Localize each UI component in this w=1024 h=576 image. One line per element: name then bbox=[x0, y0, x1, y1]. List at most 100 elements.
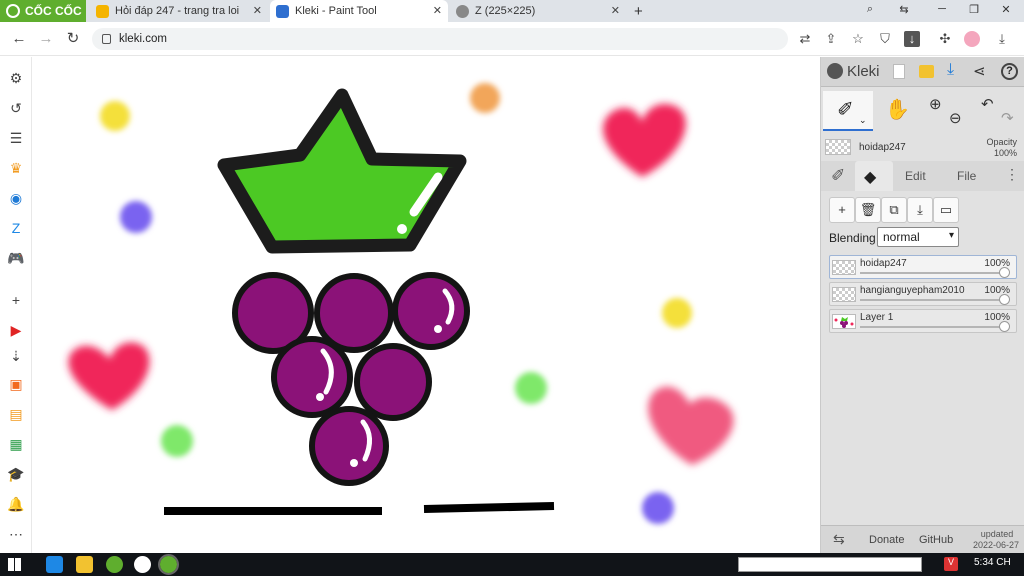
minimize-button[interactable]: ─ bbox=[934, 3, 950, 19]
tab-image[interactable]: Z (225×225) ✕ bbox=[450, 0, 626, 22]
close-window-button[interactable]: ✕ bbox=[998, 3, 1014, 19]
bell-icon[interactable]: 🔔 bbox=[7, 495, 25, 513]
url-field[interactable]: kleki.com bbox=[92, 28, 788, 50]
open-folder-icon[interactable] bbox=[919, 65, 934, 78]
list-icon[interactable]: ☰ bbox=[7, 129, 25, 147]
chat-icon[interactable] bbox=[134, 556, 151, 573]
tab-search-icon[interactable]: ⌕ bbox=[862, 3, 878, 19]
new-image-icon[interactable] bbox=[893, 64, 905, 79]
plus-icon[interactable]: + bbox=[7, 291, 25, 309]
tab-close-icon[interactable]: ✕ bbox=[253, 4, 262, 17]
yellow-dot bbox=[100, 101, 130, 131]
zoom-in-icon[interactable]: ⊕ bbox=[929, 95, 942, 113]
more-icon[interactable]: ⋯ bbox=[7, 525, 25, 543]
maximize-button[interactable]: ❐ bbox=[966, 3, 982, 19]
extensions-puzzle-icon[interactable]: ✣ bbox=[937, 31, 953, 47]
bookmark-star-icon[interactable]: ☆ bbox=[850, 31, 866, 47]
shield-icon[interactable]: ⛉ bbox=[877, 31, 893, 47]
app-m-icon[interactable]: ▤ bbox=[7, 405, 25, 423]
gear-icon[interactable]: ⚙ bbox=[7, 69, 25, 87]
zoom-out-icon[interactable]: ⊖ bbox=[949, 109, 962, 127]
layer-thumbnail bbox=[832, 260, 856, 275]
brush-tool[interactable]: ✐ ⌄ bbox=[823, 91, 873, 131]
tab-layers[interactable]: ◆ bbox=[855, 161, 893, 191]
coccoc-active-icon[interactable] bbox=[158, 554, 179, 575]
forward-arrow-icon[interactable]: → bbox=[37, 30, 55, 48]
chevron-down-icon[interactable]: ⌄ bbox=[859, 115, 867, 126]
github-link[interactable]: GitHub bbox=[919, 534, 953, 546]
profile-switch-icon[interactable]: ⇆ bbox=[896, 3, 912, 19]
new-tab-button[interactable]: + bbox=[628, 0, 648, 22]
more-options-icon[interactable]: ⋮ bbox=[1005, 166, 1019, 183]
merge-layer-button[interactable]: ⤓ bbox=[907, 197, 933, 223]
swap-side-icon[interactable]: ⇆ bbox=[833, 531, 845, 548]
save-video-icon[interactable]: ↓ bbox=[904, 31, 920, 47]
layer-opacity-slider[interactable] bbox=[860, 326, 1002, 328]
downloads-icon[interactable]: ⤓ bbox=[994, 31, 1010, 47]
clock[interactable]: 5:34 CH bbox=[974, 557, 1011, 568]
tab-close-icon[interactable]: ✕ bbox=[611, 4, 620, 17]
messenger-icon[interactable]: ◉ bbox=[7, 189, 25, 207]
youtube-icon[interactable]: ▶ bbox=[7, 321, 25, 339]
tab-label: Hỏi đáp 247 - trang tra loi bbox=[115, 5, 240, 17]
back-arrow-icon[interactable]: ← bbox=[10, 30, 28, 48]
help-icon[interactable]: ? bbox=[1001, 63, 1018, 80]
pig-profile-icon[interactable] bbox=[964, 31, 980, 47]
grape bbox=[354, 343, 432, 421]
share-page-icon[interactable]: ⇪ bbox=[823, 31, 839, 47]
lock-icon bbox=[102, 34, 111, 44]
taskbar-search-field[interactable] bbox=[738, 557, 922, 572]
layer-opacity-slider[interactable] bbox=[860, 272, 1002, 274]
layer-thumbnail bbox=[832, 314, 856, 329]
canvas-artwork bbox=[68, 83, 734, 524]
tab-edit[interactable]: Edit bbox=[905, 169, 926, 183]
tab-close-icon[interactable]: ✕ bbox=[433, 4, 442, 17]
zalo-icon[interactable]: Z bbox=[7, 219, 25, 237]
rename-layer-button[interactable]: ▭ bbox=[933, 197, 959, 223]
kleki-panel: Kleki ⤓ ⋖ ? ✐ ⌄ ✋ ⊕ ⊖ ↶ ↷ hoidap247 Opac… bbox=[820, 57, 1024, 553]
brush-icon: ✐ bbox=[837, 99, 854, 121]
layer-opacity-knob[interactable] bbox=[999, 267, 1010, 278]
app-77-icon[interactable]: ▣ bbox=[7, 375, 25, 393]
sheet-icon[interactable]: ▦ bbox=[7, 435, 25, 453]
windows-start-icon[interactable] bbox=[8, 558, 21, 571]
tab-brush-icon[interactable]: ✐ bbox=[831, 166, 845, 186]
tab-hoidap[interactable]: Hỏi đáp 247 - trang tra loi ✕ bbox=[90, 0, 268, 22]
edge-icon[interactable] bbox=[46, 556, 63, 573]
share-icon[interactable]: ⋖ bbox=[973, 62, 986, 80]
layer-opacity-slider[interactable] bbox=[860, 299, 1002, 301]
translate-icon[interactable]: ⇄ bbox=[797, 31, 813, 47]
gamepad-icon[interactable]: 🎮 bbox=[7, 249, 25, 267]
tab-kleki[interactable]: Kleki - Paint Tool ✕ bbox=[270, 0, 448, 22]
layer-row[interactable]: Layer 1 100% bbox=[829, 309, 1017, 333]
layer-row[interactable]: hoidap247 100% bbox=[829, 255, 1017, 279]
layer-opacity-knob[interactable] bbox=[999, 294, 1010, 305]
history-icon[interactable]: ↺ bbox=[7, 99, 25, 117]
file-explorer-icon[interactable] bbox=[76, 556, 93, 573]
vivaldi-tray-icon[interactable]: V bbox=[944, 557, 958, 571]
crown bbox=[217, 88, 467, 254]
crown-icon[interactable]: ♛ bbox=[7, 159, 25, 177]
grad-cap-icon[interactable]: 🎓 bbox=[7, 465, 25, 483]
redo-icon[interactable]: ↷ bbox=[1001, 109, 1014, 127]
yellow-dot bbox=[662, 298, 692, 328]
color-swatch[interactable] bbox=[825, 139, 851, 155]
drawing-canvas[interactable] bbox=[32, 57, 820, 553]
tab-file[interactable]: File bbox=[957, 169, 976, 183]
layer-opacity-knob[interactable] bbox=[999, 321, 1010, 332]
add-layer-button[interactable]: + bbox=[829, 197, 855, 223]
blending-select[interactable]: normal ▾ bbox=[877, 227, 959, 247]
download-icon[interactable]: ⇣ bbox=[7, 347, 25, 365]
duplicate-layer-button[interactable]: ⧉ bbox=[881, 197, 907, 223]
coccoc-icon[interactable] bbox=[106, 556, 123, 573]
hand-tool-icon[interactable]: ✋ bbox=[885, 97, 910, 122]
coccoc-brand[interactable]: CỐC CỐC bbox=[0, 0, 86, 22]
layer-row[interactable]: hangianguyepham2010 100% bbox=[829, 282, 1017, 306]
reload-icon[interactable]: ↻ bbox=[64, 30, 82, 48]
layers-icon: ◆ bbox=[864, 169, 877, 186]
delete-layer-button[interactable]: 🗑 bbox=[855, 197, 881, 223]
blue-dot bbox=[120, 201, 152, 233]
donate-link[interactable]: Donate bbox=[869, 534, 904, 546]
download-icon[interactable]: ⤓ bbox=[947, 61, 954, 79]
undo-icon[interactable]: ↶ bbox=[981, 95, 994, 113]
